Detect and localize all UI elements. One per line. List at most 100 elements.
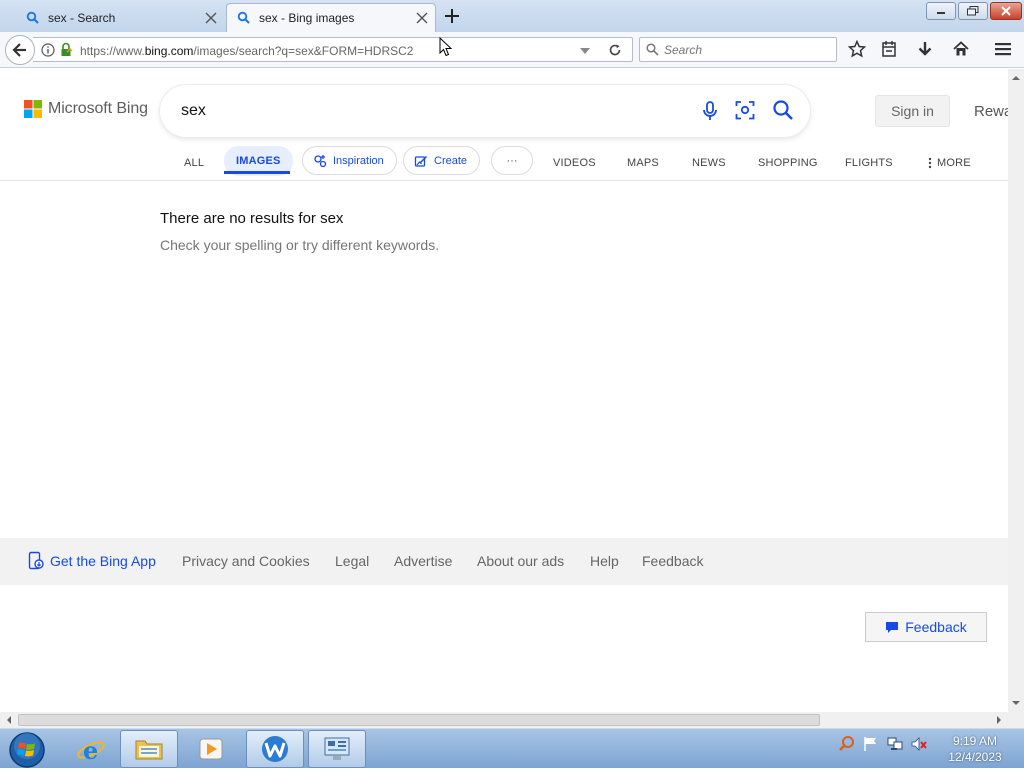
window-controls — [926, 2, 1022, 20]
url-host: bing.com — [144, 44, 194, 58]
taskbar-media-player[interactable] — [182, 730, 240, 768]
search-tray-icon[interactable] — [838, 735, 856, 753]
tab-bing-images[interactable]: sex - Bing images — [226, 3, 436, 32]
no-results-title: There are no results for sex — [160, 210, 344, 227]
media-player-icon — [199, 738, 223, 760]
microsoft-logo-icon — [24, 100, 42, 118]
download-icon[interactable] — [916, 40, 934, 58]
taskbar-file-explorer[interactable] — [120, 730, 178, 768]
footer-help[interactable]: Help — [590, 553, 619, 569]
vertical-scrollbar[interactable] — [1008, 69, 1024, 712]
network-icon[interactable] — [886, 735, 904, 753]
search-query[interactable]: sex — [181, 102, 206, 120]
bing-logo[interactable]: Microsoft Bing — [24, 100, 148, 118]
dropdown-arrow-icon[interactable] — [579, 46, 591, 56]
nav-create-label: Create — [434, 154, 468, 167]
system-tray — [838, 735, 928, 753]
svg-text:e: e — [83, 736, 98, 764]
clock-date: 12/4/2023 — [948, 750, 1002, 764]
nav-all[interactable]: ALL — [184, 152, 204, 174]
control-panel-icon — [324, 737, 350, 760]
nav-inspiration-label: Inspiration — [333, 154, 384, 167]
scroll-down-icon[interactable] — [1008, 696, 1024, 710]
close-icon[interactable] — [415, 11, 429, 25]
close-icon — [1001, 6, 1011, 16]
browser-search-input[interactable] — [662, 41, 832, 58]
restore-icon — [967, 6, 979, 16]
nav-more[interactable]: MORE — [927, 152, 971, 174]
start-button-icon[interactable] — [8, 731, 46, 769]
create-image-icon — [414, 155, 428, 167]
nav-videos[interactable]: VIDEOS — [553, 152, 596, 174]
nav-more-dots-button[interactable]: ··· — [491, 146, 533, 175]
minimize-icon — [937, 12, 945, 14]
browser-search-box[interactable] — [639, 37, 837, 62]
scroll-right-icon[interactable] — [992, 712, 1006, 728]
library-icon[interactable] — [880, 40, 898, 58]
url-path: /images/search?q=sex&FORM=HDRSC2 — [193, 44, 414, 58]
url-prefix: https://www. — [80, 44, 145, 58]
rewards-link[interactable]: Rewa — [974, 103, 1008, 120]
minimize-button[interactable] — [926, 2, 956, 20]
tab-search[interactable]: sex - Search — [10, 3, 224, 32]
address-bar[interactable]: https://www.bing.com/images/search?q=sex… — [33, 37, 633, 62]
new-tab-plus-icon[interactable] — [444, 8, 460, 24]
back-button[interactable] — [5, 35, 35, 65]
visual-search-icon[interactable] — [735, 100, 755, 120]
page-footer: Get the Bing App Privacy and Cookies Leg… — [0, 538, 1008, 585]
taskbar-internet-explorer[interactable]: e — [62, 730, 120, 768]
taskbar-control-panel[interactable] — [308, 730, 366, 768]
footer-advertise[interactable]: Advertise — [394, 553, 452, 569]
menu-hamburger-icon[interactable] — [994, 40, 1012, 58]
volume-muted-icon[interactable] — [910, 735, 928, 753]
bookmark-star-icon[interactable] — [848, 40, 866, 58]
chat-bubble-icon — [886, 621, 899, 633]
url-text: https://www.bing.com/images/search?q=sex… — [80, 44, 413, 58]
info-icon[interactable] — [41, 43, 55, 57]
close-window-button[interactable] — [990, 2, 1022, 20]
nav-inspiration[interactable]: Inspiration — [302, 146, 397, 175]
nav-news[interactable]: NEWS — [692, 152, 726, 174]
no-results-hint: Check your spelling or try different key… — [160, 237, 440, 253]
home-icon[interactable] — [952, 40, 970, 58]
tab-strip: sex - Search sex - Bing images — [0, 0, 1024, 32]
navigation-toolbar: https://www.bing.com/images/search?q=sex… — [0, 32, 1024, 68]
footer-get-app[interactable]: Get the Bing App — [50, 553, 156, 569]
footer-feedback[interactable]: Feedback — [642, 553, 703, 569]
close-icon[interactable] — [204, 11, 218, 25]
footer-about-ads[interactable]: About our ads — [477, 553, 564, 569]
mouse-cursor-icon — [439, 37, 453, 57]
footer-legal[interactable]: Legal — [335, 553, 369, 569]
horizontal-scroll-thumb[interactable] — [18, 714, 820, 726]
reload-icon[interactable] — [608, 43, 622, 57]
scroll-up-icon[interactable] — [1008, 71, 1024, 85]
scroll-left-icon[interactable] — [2, 712, 16, 728]
search-box[interactable]: sex — [160, 85, 810, 137]
horizontal-scrollbar[interactable] — [0, 712, 1008, 728]
footer-privacy[interactable]: Privacy and Cookies — [182, 553, 310, 569]
search-icon — [646, 43, 659, 56]
nav-shopping[interactable]: SHOPPING — [758, 152, 818, 174]
nav-create[interactable]: Create — [403, 146, 481, 175]
nav-flights[interactable]: FLIGHTS — [845, 152, 893, 174]
brand-name: Microsoft Bing — [48, 100, 148, 117]
bing-images-page: Microsoft Bing sex Sign in Rewa ALL IMAG… — [0, 69, 1008, 712]
action-center-flag-icon[interactable] — [862, 735, 880, 753]
sign-in-button[interactable]: Sign in — [875, 95, 950, 127]
restore-button[interactable] — [958, 2, 988, 20]
nav-maps[interactable]: MAPS — [627, 152, 659, 174]
tab-label: sex - Search — [48, 10, 116, 25]
taskbar-clock[interactable]: 9:19 AM 12/4/2023 — [940, 733, 1010, 765]
clock-time: 9:19 AM — [952, 734, 998, 748]
nav-more-label: MORE — [937, 157, 971, 169]
windows-taskbar: e 9:19 AM 12/4/2023 — [0, 728, 1024, 768]
taskbar-waterfox[interactable] — [246, 730, 304, 768]
search-icon — [237, 11, 250, 24]
search-icon[interactable] — [772, 99, 794, 121]
feedback-button[interactable]: Feedback — [865, 612, 987, 642]
waterfox-icon — [262, 736, 288, 762]
phone-app-icon — [28, 551, 44, 570]
tab-label: sex - Bing images — [259, 11, 355, 25]
inspiration-icon — [314, 154, 327, 167]
microphone-icon[interactable] — [701, 100, 719, 122]
